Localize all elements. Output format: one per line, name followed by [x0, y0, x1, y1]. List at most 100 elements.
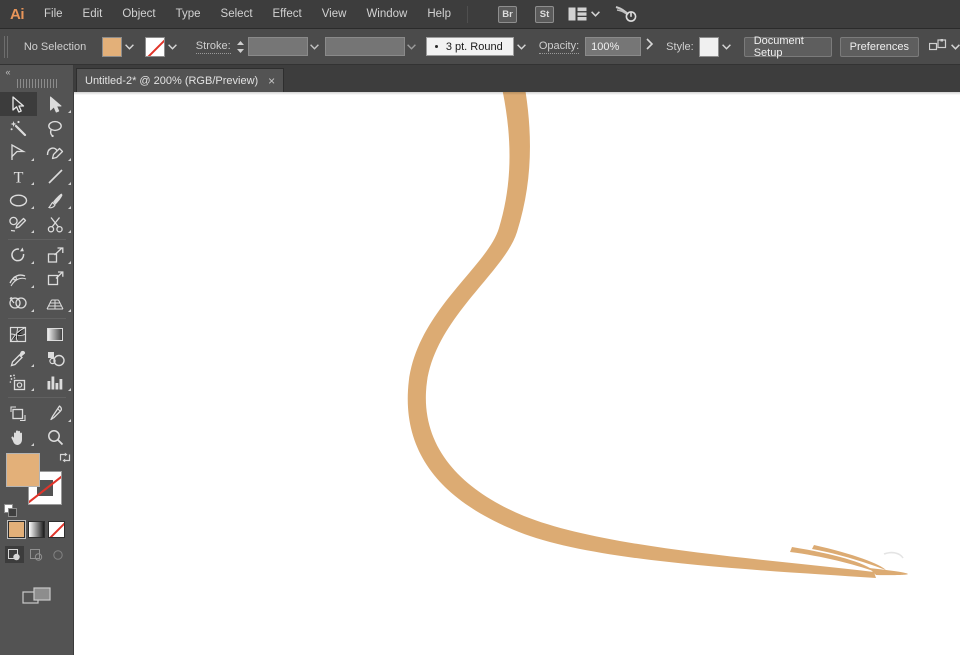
stroke-profile-dropdown-arrow[interactable]: [405, 37, 417, 57]
slice-tool[interactable]: [37, 401, 74, 425]
type-tool[interactable]: T: [0, 164, 37, 188]
stroke-color-button[interactable]: [145, 37, 180, 57]
menu-edit[interactable]: Edit: [73, 0, 113, 29]
control-panel-grip[interactable]: [4, 36, 10, 58]
menu-view[interactable]: View: [312, 0, 357, 29]
pen-tool[interactable]: [0, 140, 37, 164]
chevron-down-icon: [722, 44, 731, 50]
align-button[interactable]: [929, 39, 960, 54]
hand-icon: [10, 429, 27, 446]
menu-select[interactable]: Select: [211, 0, 263, 29]
draw-behind-button[interactable]: [27, 546, 46, 563]
zoom-magnifier-icon: [47, 429, 64, 446]
brush-stroke-tail[interactable]: [869, 568, 908, 575]
brush-dropdown-arrow[interactable]: [514, 37, 529, 57]
symbol-sprayer-icon: [9, 374, 27, 391]
brush-preview[interactable]: 3 pt. Round: [426, 37, 514, 56]
artboard-canvas[interactable]: [74, 92, 960, 655]
stroke-profile-input[interactable]: [325, 37, 405, 56]
fill-color-button[interactable]: [102, 37, 137, 57]
tools-panel-grip[interactable]: [17, 79, 57, 88]
menu-type[interactable]: Type: [166, 0, 211, 29]
shaper-pencil-tool[interactable]: [0, 212, 37, 236]
brush-stroke-tip-thin[interactable]: [812, 545, 886, 570]
menu-help[interactable]: Help: [417, 0, 461, 29]
ellipse-tool[interactable]: [0, 188, 37, 212]
brush-stroke-path[interactable]: [408, 92, 876, 578]
preferences-button[interactable]: Preferences: [840, 37, 919, 57]
brush-dot-icon: [435, 45, 438, 48]
none-button[interactable]: [48, 521, 65, 538]
gradient-button[interactable]: [28, 521, 45, 538]
menu-file[interactable]: File: [34, 0, 73, 29]
selection-tool[interactable]: [0, 92, 37, 116]
rotate-tool[interactable]: [0, 243, 37, 267]
default-fill-stroke-button[interactable]: [4, 504, 13, 513]
mesh-tool[interactable]: [0, 322, 37, 346]
menu-window[interactable]: Window: [356, 0, 417, 29]
stroke-weight-input[interactable]: [248, 37, 308, 56]
curvature-pen-icon: [46, 144, 64, 161]
menu-object[interactable]: Object: [112, 0, 165, 29]
bridge-button[interactable]: Br: [498, 6, 517, 23]
draw-normal-button[interactable]: [5, 546, 24, 563]
arrange-documents-button[interactable]: [568, 7, 600, 21]
mesh-icon: [9, 326, 27, 343]
stroke-weight-stepper[interactable]: [236, 37, 245, 57]
collapse-tools-button[interactable]: «: [0, 65, 74, 79]
curvature-tool[interactable]: [37, 140, 74, 164]
scale-tool[interactable]: [37, 243, 74, 267]
brush-definition-control[interactable]: 3 pt. Round: [426, 37, 529, 57]
gradient-tool[interactable]: [37, 322, 74, 346]
swap-fill-stroke-button[interactable]: [58, 451, 72, 469]
graphic-style-button[interactable]: [699, 37, 734, 57]
close-icon[interactable]: ×: [268, 75, 275, 87]
chevron-down-icon: [407, 44, 416, 50]
style-label: Style:: [666, 41, 694, 53]
fill-indicator[interactable]: [6, 453, 40, 487]
magic-wand-tool[interactable]: [0, 116, 37, 140]
menu-effect[interactable]: Effect: [263, 0, 312, 29]
opacity-options-arrow[interactable]: [644, 37, 656, 56]
artboard-tool[interactable]: [0, 401, 37, 425]
type-icon: T: [11, 168, 26, 185]
change-screen-mode-icon: [22, 585, 52, 607]
gradient-icon: [46, 326, 64, 343]
change-screen-mode-button[interactable]: [22, 585, 52, 612]
stroke-weight-dropdown-arrow[interactable]: [308, 37, 320, 57]
column-graph-tool[interactable]: [37, 370, 74, 394]
opacity-control[interactable]: Opacity: 100%: [539, 37, 656, 56]
lasso-tool[interactable]: [37, 116, 74, 140]
zoom-tool[interactable]: [37, 425, 74, 449]
blend-tool[interactable]: [37, 346, 74, 370]
opacity-input[interactable]: 100%: [585, 37, 641, 56]
document-setup-button[interactable]: Document Setup: [744, 37, 832, 57]
color-button[interactable]: [8, 521, 25, 538]
stroke-weight-label[interactable]: Stroke:: [196, 40, 231, 54]
tools-divider: [8, 318, 66, 319]
eyedropper-tool[interactable]: [0, 346, 37, 370]
fill-dropdown-arrow[interactable]: [122, 37, 137, 57]
shape-builder-tool[interactable]: [0, 291, 37, 315]
search-icon: [615, 5, 637, 23]
free-transform-tool[interactable]: [37, 267, 74, 291]
hand-tool[interactable]: [0, 425, 37, 449]
symbol-sprayer-tool[interactable]: [0, 370, 37, 394]
stroke-color-swatch-none[interactable]: [145, 37, 165, 57]
style-dropdown-arrow[interactable]: [719, 37, 734, 57]
document-tab[interactable]: Untitled-2* @ 200% (RGB/Preview) ×: [76, 68, 284, 92]
opacity-label[interactable]: Opacity:: [539, 40, 579, 54]
stock-search-button[interactable]: [615, 5, 637, 23]
stock-button[interactable]: St: [535, 6, 554, 23]
graphic-style-swatch[interactable]: [699, 37, 719, 57]
direct-selection-tool[interactable]: [37, 92, 74, 116]
perspective-grid-tool[interactable]: [37, 291, 74, 315]
draw-normal-icon: [8, 549, 21, 561]
stroke-dropdown-arrow[interactable]: [165, 37, 180, 57]
scissors-tool[interactable]: [37, 212, 74, 236]
line-segment-tool[interactable]: [37, 164, 74, 188]
width-tool[interactable]: [0, 267, 37, 291]
fill-color-swatch[interactable]: [102, 37, 122, 57]
paintbrush-tool[interactable]: [37, 188, 74, 212]
draw-inside-button[interactable]: [49, 546, 68, 563]
